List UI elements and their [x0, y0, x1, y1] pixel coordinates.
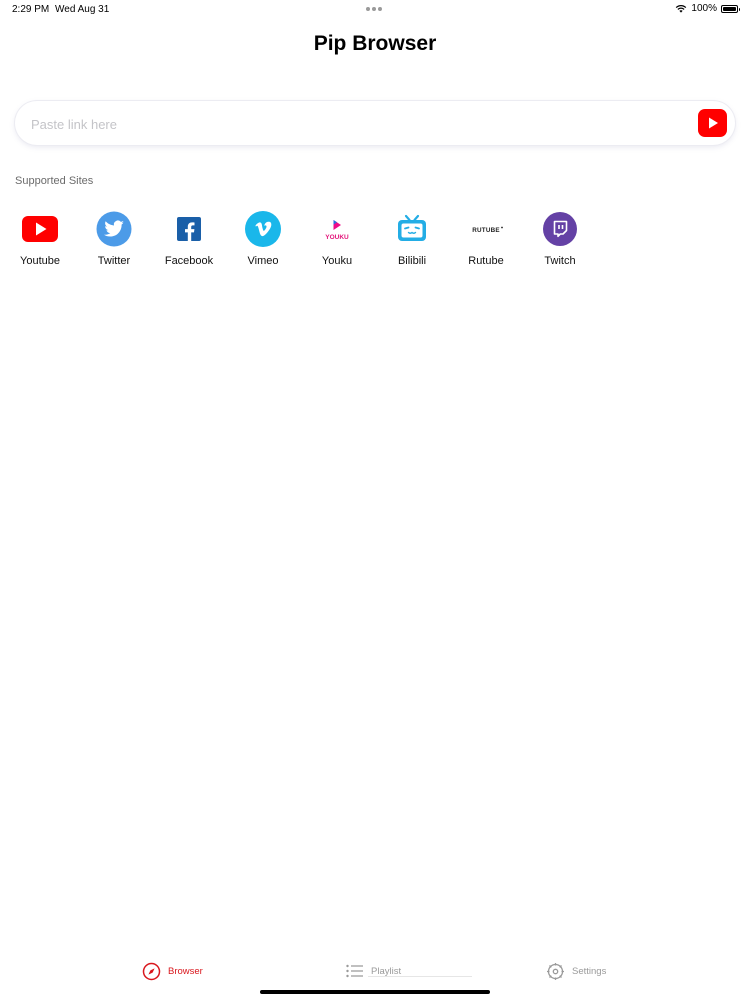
list-icon — [346, 964, 363, 978]
rutube-icon: RUTUBE — [472, 226, 503, 234]
rutube-logo-text: RUTUBE — [472, 227, 499, 234]
tab-playlist-label: Playlist — [371, 965, 402, 977]
twitch-icon — [543, 212, 577, 246]
tab-settings-label: Settings — [572, 965, 607, 977]
site-label: Youtube — [20, 255, 60, 267]
site-twitter[interactable]: Twitter — [77, 208, 151, 272]
supported-sites-label: Supported Sites — [15, 175, 94, 187]
site-rutube[interactable]: RUTUBE Rutube — [449, 208, 523, 272]
battery-percent: 100% — [691, 3, 717, 14]
tab-playlist[interactable]: Playlist — [346, 955, 401, 987]
site-label: Facebook — [164, 255, 214, 267]
open-link-button[interactable] — [698, 109, 727, 137]
play-icon — [709, 117, 718, 129]
site-twitch[interactable]: Twitch — [523, 208, 597, 272]
status-time: 2:29 PM — [12, 4, 50, 15]
home-indicator[interactable] — [260, 990, 490, 994]
youku-logo-text: YOUKU — [325, 234, 349, 241]
battery-icon — [721, 4, 740, 13]
tab-browser[interactable]: Browser — [142, 955, 203, 987]
site-bilibili[interactable]: Bilibili — [375, 208, 449, 272]
youtube-icon — [22, 216, 58, 242]
site-label: Rutube — [468, 255, 504, 267]
site-label: Youku — [321, 255, 353, 267]
compass-icon — [142, 962, 161, 980]
status-date: Wed Aug 31 — [55, 4, 110, 15]
facebook-icon — [177, 217, 201, 241]
link-search-bar — [15, 101, 735, 147]
site-label: Vimeo — [247, 255, 279, 267]
site-label: Bilibili — [397, 255, 427, 267]
site-label: Twitch — [544, 255, 576, 267]
page-title: Pip Browser — [313, 32, 437, 55]
gear-icon — [547, 962, 564, 980]
tab-bar: Browser Playlist Settings — [0, 955, 750, 990]
youku-icon: YOUKU — [325, 220, 349, 241]
bilibili-icon — [398, 214, 426, 241]
multitasking-dots-icon[interactable] — [366, 7, 382, 11]
paste-link-input[interactable] — [29, 101, 693, 147]
wifi-icon — [676, 5, 687, 13]
tab-divider — [368, 976, 472, 977]
site-label: Twitter — [97, 255, 131, 267]
vimeo-icon — [245, 211, 281, 247]
twitter-icon — [96, 211, 132, 247]
site-youtube[interactable]: Youtube — [3, 208, 77, 272]
site-vimeo[interactable]: Vimeo — [226, 208, 300, 272]
tab-settings[interactable]: Settings — [546, 955, 606, 987]
site-facebook[interactable]: Facebook — [152, 208, 226, 272]
tab-browser-label: Browser — [168, 965, 203, 977]
site-youku[interactable]: YOUKU Youku — [300, 208, 374, 272]
status-right: 100% — [675, 3, 740, 14]
status-bar: 2:29 PM Wed Aug 31 100% — [0, 0, 750, 20]
